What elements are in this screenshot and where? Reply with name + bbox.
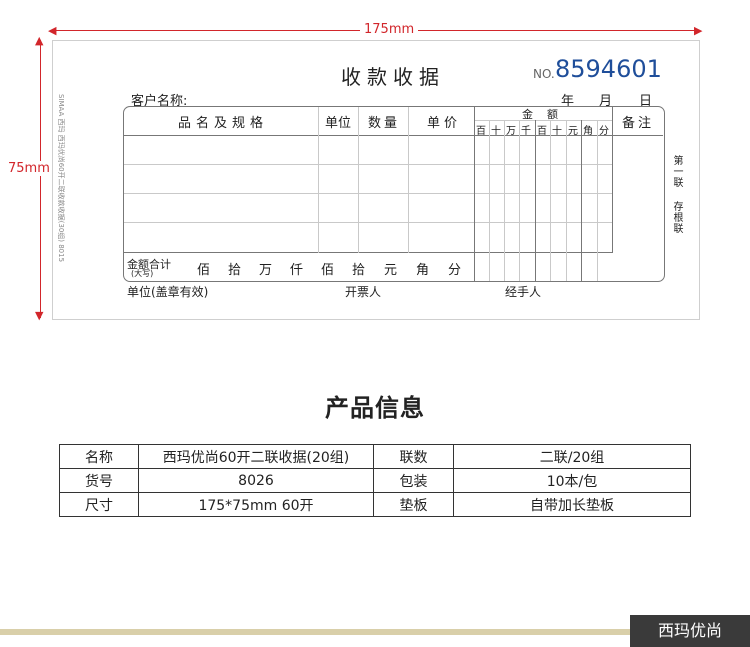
info-cell: 包装 [373,468,454,493]
total-unit: 佰 [197,263,211,278]
total-row-line [124,252,613,253]
footer-handler: 经手人 [505,285,542,299]
digit-header: 十 [491,126,501,137]
header-unit: 单位 [325,116,352,131]
digit-header: 元 [568,126,578,137]
digit-header: 分 [599,126,609,137]
header-item: 品名及规格 [178,116,269,131]
col-line-qty [358,107,359,253]
side-text-left: SIMAA 西玛 西玛优尚60开二联收款收据(30组) 8015 [57,93,66,263]
info-cell: 尺寸 [59,492,139,517]
col-line-d7 [581,120,582,281]
width-dimension-label: 175mm [360,22,419,37]
header-remark: 备注 [622,116,655,131]
digit-header: 万 [506,126,516,137]
header-qty: 数量 [368,116,401,131]
col-line-d3 [519,120,520,281]
info-row: 尺寸 175*75mm 60开 垫板 自带加长垫板 [59,492,691,517]
info-cell: 自带加长垫板 [453,492,691,517]
col-line-remark [612,107,613,253]
total-unit: 元 [384,263,398,278]
info-cell: 二联/20组 [453,444,691,469]
col-line-d6 [566,120,567,281]
header-price: 单价 [427,116,462,131]
col-line-d8 [597,120,598,281]
width-arrow-right-icon: ▶ [694,24,703,37]
brand-footer: 西玛优尚 [630,615,750,647]
receipt-number: 8594601 [555,55,662,83]
digit-header: 百 [476,126,486,137]
side-text-right-2: 存根联 [671,201,682,234]
digit-header: 千 [521,126,531,137]
col-line-amount [474,107,475,281]
info-cell: 联数 [373,444,454,469]
header-amount: 金额 [522,108,572,121]
receipt-title: 收款收据 [341,65,445,89]
info-cell: 垫板 [373,492,454,517]
footer-unit-seal: 单位(盖章有效) [127,285,209,299]
width-arrow-left-icon: ◀ [48,24,57,37]
height-dimension-line [40,40,41,318]
footer-band [0,629,630,635]
total-unit: 佰 [321,263,335,278]
footer-issuer: 开票人 [345,285,382,299]
total-unit: 万 [259,263,273,278]
info-cell: 货号 [59,468,139,493]
info-cell: 西玛优尚60开二联收据(20组) [138,444,374,469]
col-line-d5 [550,120,551,281]
total-sub: (大写) [131,269,154,278]
product-info-table: 名称 西玛优尚60开二联收据(20组) 联数 二联/20组 货号 8026 包装 10本/包尺… [59,444,691,517]
total-unit: 拾 [352,263,366,278]
info-cell: 8026 [138,468,374,493]
col-line-unit [318,107,319,253]
row-line-3 [124,222,613,223]
info-row: 货号 8026 包装 10本/包 [59,468,691,493]
digit-header: 角 [583,126,593,137]
digit-header: 百 [537,126,547,137]
info-cell: 名称 [59,444,139,469]
side-text-right-1: 第一联 [671,155,682,188]
row-line-2 [124,193,613,194]
height-arrow-down-icon: ▼ [35,309,44,322]
total-unit: 仟 [290,263,304,278]
col-line-d2 [504,120,505,281]
row-line-1 [124,164,613,165]
col-line-d4 [535,120,536,281]
col-line-price [408,107,409,253]
info-row: 名称 西玛优尚60开二联收据(20组) 联数 二联/20组 [59,444,691,469]
info-cell: 10本/包 [453,468,691,493]
height-arrow-up-icon: ▲ [35,34,44,47]
total-unit: 分 [448,263,462,278]
digit-header: 十 [552,126,562,137]
col-line-d1 [489,120,490,281]
receipt-no-prefix: NO. [533,67,555,81]
total-unit: 拾 [228,263,242,278]
info-cell: 175*75mm 60开 [138,492,374,517]
height-dimension-label: 75mm [8,161,50,176]
product-info-title: 产品信息 [325,394,425,422]
total-unit: 角 [416,263,430,278]
